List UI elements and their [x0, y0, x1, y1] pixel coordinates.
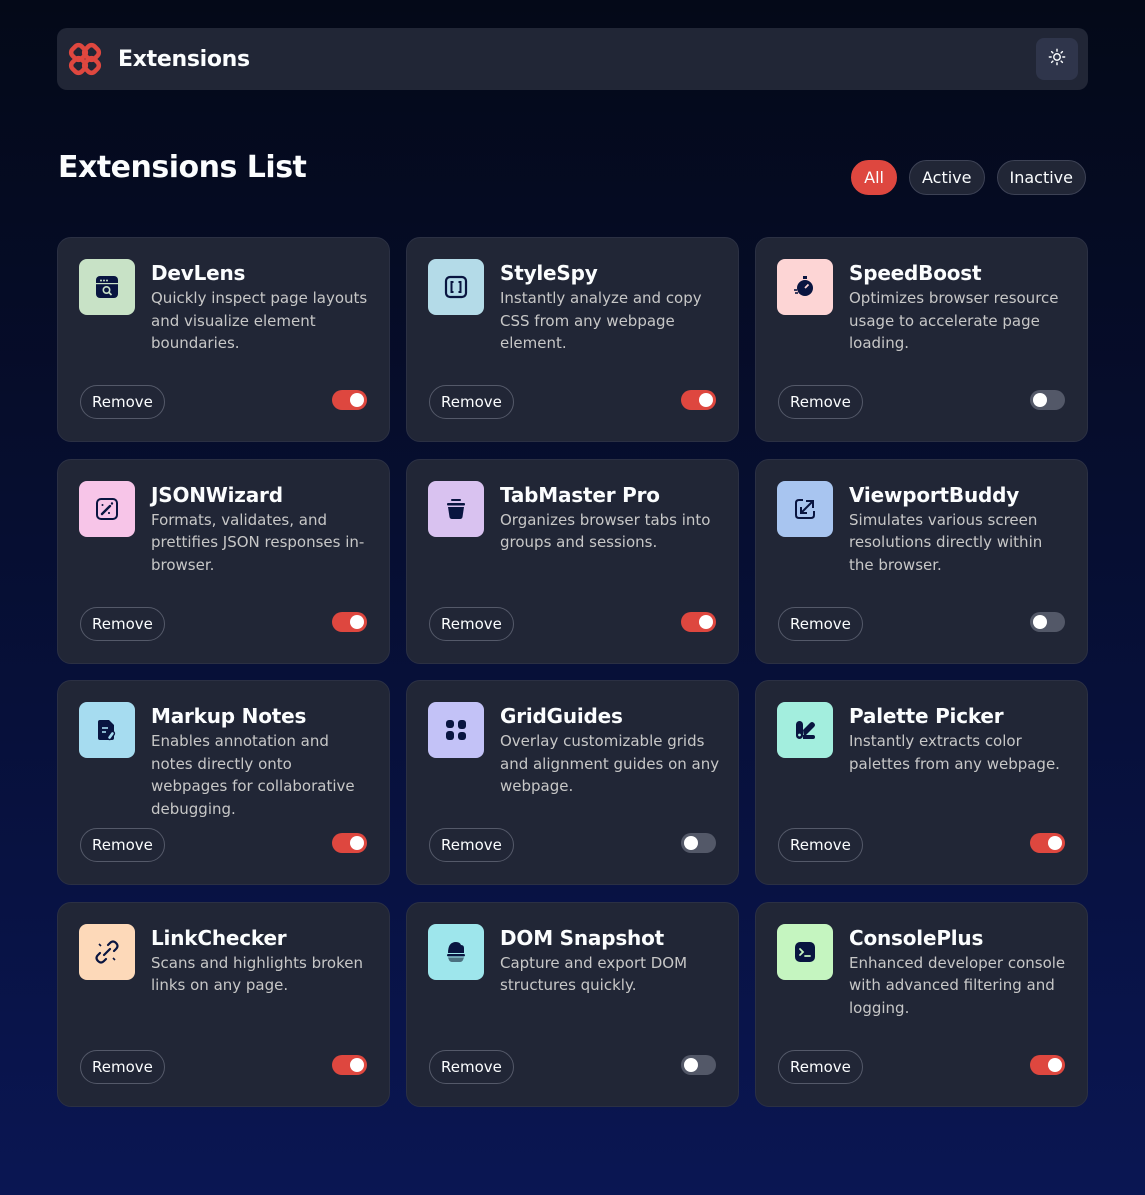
remove-button[interactable]: Remove: [778, 385, 863, 419]
active-toggle[interactable]: [681, 611, 716, 632]
remove-button[interactable]: Remove: [429, 1049, 514, 1084]
toggle-knob: [1048, 836, 1062, 850]
remove-button[interactable]: Remove: [778, 1049, 863, 1084]
remove-button[interactable]: Remove: [778, 828, 863, 862]
extension-description: Enhanced developer console with advanced…: [849, 953, 1066, 1017]
theme-toggle-button[interactable]: [1036, 38, 1078, 80]
extension-name: Palette Picker: [849, 704, 1004, 728]
filter-inactive-button[interactable]: Inactive: [996, 160, 1086, 195]
extension-card: SpeedBoost Optimizes browser resource us…: [755, 237, 1088, 442]
tab-stack-icon: [428, 480, 484, 537]
remove-button[interactable]: Remove: [429, 385, 514, 419]
extension-description: Quickly inspect page layouts and visuali…: [151, 289, 368, 352]
toggle-knob: [350, 614, 364, 629]
extension-description: Scans and highlights broken links on any…: [151, 953, 363, 995]
active-toggle[interactable]: [681, 1054, 716, 1075]
extension-description: Organizes browser tabs into groups and s…: [500, 510, 711, 552]
extension-card: TabMaster Pro Organizes browser tabs int…: [406, 458, 739, 664]
page-title: Extensions List: [58, 150, 307, 185]
extension-card: GridGuides Overlay customizable grids an…: [406, 680, 739, 885]
stopwatch-icon: [777, 259, 833, 315]
active-toggle[interactable]: [332, 1054, 367, 1075]
extension-name: ConsolePlus: [849, 925, 984, 950]
active-toggle[interactable]: [681, 833, 716, 853]
toggle-knob: [1048, 1057, 1062, 1072]
active-toggle[interactable]: [681, 390, 716, 410]
note-pen-icon: [79, 702, 135, 758]
filter-active-button[interactable]: Active: [909, 160, 985, 195]
extension-description: Overlay customizable grids and alignment…: [500, 732, 720, 795]
brackets-icon: [428, 259, 484, 315]
remove-button[interactable]: Remove: [429, 828, 514, 862]
extension-card: LinkChecker Scans and highlights broken …: [57, 901, 390, 1107]
grid-blocks-icon: [428, 702, 484, 758]
active-toggle[interactable]: [1030, 390, 1065, 410]
extension-name: JSONWizard: [151, 482, 283, 507]
filter-all-button[interactable]: All: [851, 160, 897, 195]
logo-text: Extensions: [118, 46, 250, 72]
sun-icon: [1048, 48, 1066, 70]
snapshot-icon: [428, 923, 484, 980]
remove-button[interactable]: Remove: [80, 606, 165, 641]
extension-description: Enables annotation and notes directly on…: [151, 732, 355, 818]
extension-name: SpeedBoost: [849, 261, 982, 285]
extension-description: Simulates various screen resolutions dir…: [849, 510, 1043, 574]
extension-card: ConsolePlus Enhanced developer console w…: [755, 901, 1088, 1107]
active-toggle[interactable]: [332, 390, 367, 410]
extension-name: LinkChecker: [151, 925, 287, 950]
extension-name: Markup Notes: [151, 704, 307, 728]
extension-name: DevLens: [151, 261, 246, 285]
extension-name: TabMaster Pro: [500, 482, 660, 507]
toggle-knob: [350, 1057, 364, 1072]
extension-card: JSONWizard Formats, validates, and prett…: [57, 458, 390, 664]
extension-description: Optimizes browser resource usage to acce…: [849, 289, 1059, 352]
remove-button[interactable]: Remove: [80, 1049, 165, 1084]
magic-wand-icon: [79, 480, 135, 537]
app-header: Extensions: [57, 28, 1088, 90]
toggle-knob: [350, 393, 364, 407]
toggle-knob: [350, 836, 364, 850]
resize-arrow-icon: [777, 480, 833, 537]
flower-logo-icon: [65, 39, 105, 79]
terminal-icon: [777, 923, 833, 980]
active-toggle[interactable]: [1030, 833, 1065, 853]
active-toggle[interactable]: [1030, 1054, 1065, 1075]
active-toggle[interactable]: [1030, 611, 1065, 632]
palette-icon: [777, 702, 833, 758]
extension-name: ViewportBuddy: [849, 482, 1020, 507]
extension-description: Formats, validates, and prettifies JSON …: [151, 510, 365, 574]
toggle-knob: [1033, 614, 1047, 629]
extension-description: Instantly analyze and copy CSS from any …: [500, 289, 702, 352]
remove-button[interactable]: Remove: [429, 606, 514, 641]
remove-button[interactable]: Remove: [80, 385, 165, 419]
active-toggle[interactable]: [332, 611, 367, 632]
extension-name: DOM Snapshot: [500, 925, 664, 950]
remove-button[interactable]: Remove: [778, 606, 863, 641]
extension-card: DevLens Quickly inspect page layouts and…: [57, 237, 390, 442]
inspect-window-icon: [79, 259, 135, 315]
filter-group: All Active Inactive: [851, 160, 1086, 195]
extension-card: ViewportBuddy Simulates various screen r…: [755, 458, 1088, 664]
toggle-knob: [1033, 393, 1047, 407]
active-toggle[interactable]: [332, 833, 367, 853]
extension-card: StyleSpy Instantly analyze and copy CSS …: [406, 237, 739, 442]
toggle-knob: [699, 614, 713, 629]
extension-name: GridGuides: [500, 704, 623, 728]
extension-card: Markup Notes Enables annotation and note…: [57, 680, 390, 885]
extension-description: Capture and export DOM structures quickl…: [500, 953, 688, 995]
broken-link-icon: [79, 923, 135, 980]
extension-card: Palette Picker Instantly extracts color …: [755, 680, 1088, 885]
toggle-knob: [684, 1057, 698, 1072]
remove-button[interactable]: Remove: [80, 828, 165, 862]
toggle-knob: [699, 393, 713, 407]
extension-card: DOM Snapshot Capture and export DOM stru…: [406, 901, 739, 1107]
toggle-knob: [684, 836, 698, 850]
extension-name: StyleSpy: [500, 261, 598, 285]
extensions-grid: DevLens Quickly inspect page layouts and…: [57, 237, 1088, 1107]
extension-description: Instantly extracts color palettes from a…: [849, 732, 1060, 773]
